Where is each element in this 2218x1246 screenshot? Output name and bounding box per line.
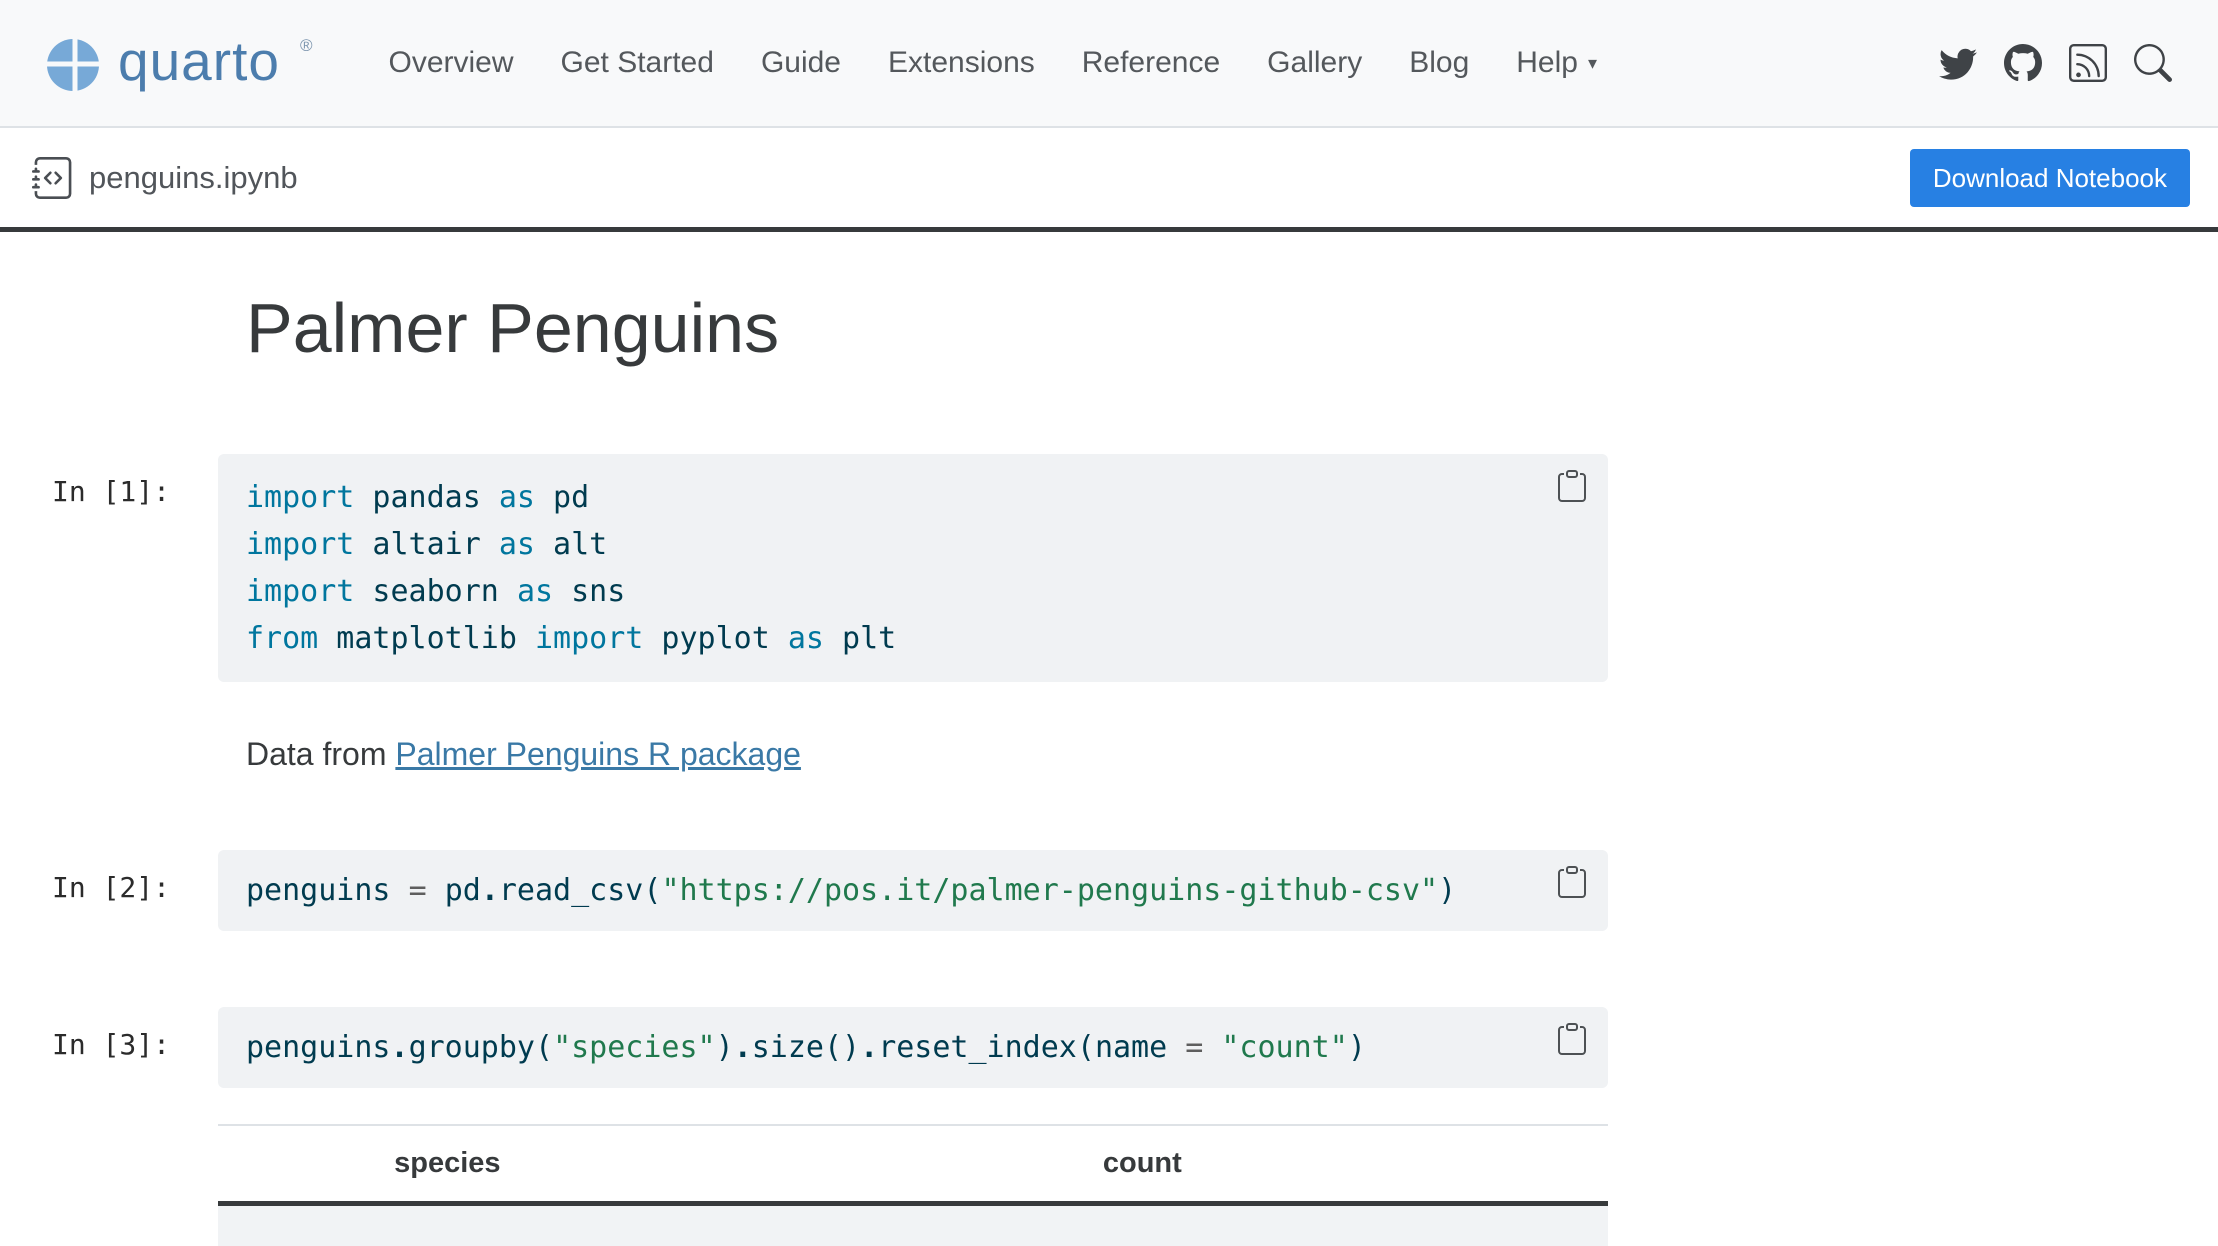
copy-code-button[interactable] [1552,862,1592,905]
nav-item-help[interactable]: Help▾ [1516,46,1597,80]
nav-item-extensions[interactable]: Extensions [888,46,1035,80]
table-body [218,1203,1608,1246]
nav-item-reference[interactable]: Reference [1082,46,1220,80]
download-notebook-button[interactable]: Download Notebook [1910,149,2190,207]
registered-mark: ® [300,36,313,56]
navbar-menu: Overview Get Started Guide Extensions Refere… [388,46,1597,80]
top-navbar: quarto ® Overview Get Started Guide Extensi… [0,0,2218,128]
copy-code-button[interactable] [1552,466,1592,509]
column-header-count: count [677,1125,1608,1204]
code-cell: In [1]: import pandas as pd import altai… [218,454,1608,682]
quarto-logo[interactable]: quarto ® [46,34,310,92]
column-header-species: species [218,1125,677,1204]
nav-item-blog[interactable]: Blog [1409,46,1469,80]
notebook-content: Palmer Penguins In [1]: import pandas as… [218,292,1608,1246]
output-table: speciescount [218,1124,1608,1246]
code-block: penguins = pd.read_csv("https://pos.it/p… [246,867,1538,914]
output-table-container: speciescount [218,1124,1608,1246]
clipboard-icon [1556,470,1588,502]
data-source-paragraph: Data from Palmer Penguins R package [246,734,1608,774]
clipboard-icon [1556,1023,1588,1055]
notebook-file: penguins.ipynb [32,157,298,199]
notebook-header-bar: penguins.ipynb Download Notebook [0,128,2218,232]
quarto-logo-text: quarto [118,34,280,89]
page-title: Palmer Penguins [246,292,1608,366]
code-block: import pandas as pd import altair as alt… [246,474,1538,662]
cell-execution-label: In [1]: [52,475,170,508]
navbar-icons [1939,44,2172,82]
code-cell: In [3]: penguins.groupby("species").size… [218,1007,1608,1088]
table-row [218,1203,1608,1246]
nav-item-gallery[interactable]: Gallery [1267,46,1362,80]
paragraph-text: Data from [246,736,395,772]
cell-execution-label: In [2]: [52,871,170,904]
search-icon[interactable] [2134,44,2172,82]
nav-item-overview[interactable]: Overview [388,46,513,80]
nav-item-get-started[interactable]: Get Started [561,46,714,80]
clipboard-icon [1556,866,1588,898]
rss-icon[interactable] [2069,44,2107,82]
journal-code-icon [32,157,74,199]
notebook-filename: penguins.ipynb [89,160,298,196]
github-icon[interactable] [2004,44,2042,82]
cell-execution-label: In [3]: [52,1028,170,1061]
twitter-icon[interactable] [1939,44,1977,82]
table-header-row: speciescount [218,1125,1608,1204]
code-cell: In [2]: penguins = pd.read_csv("https://… [218,850,1608,931]
nav-item-guide[interactable]: Guide [761,46,841,80]
copy-code-button[interactable] [1552,1019,1592,1062]
palmer-penguins-link[interactable]: Palmer Penguins R package [395,736,801,772]
code-block: penguins.groupby("species").size().reset… [246,1024,1538,1071]
quarto-logo-icon [46,38,100,92]
chevron-down-icon: ▾ [1588,53,1597,74]
